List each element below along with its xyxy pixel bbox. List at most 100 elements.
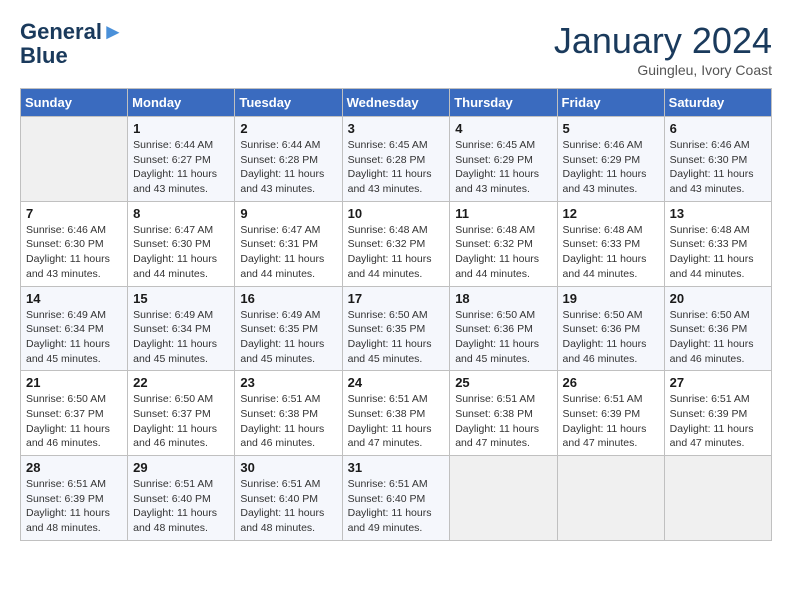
calendar-cell: 25 Sunrise: 6:51 AMSunset: 6:38 PMDayligh… xyxy=(450,371,557,456)
day-info: Sunrise: 6:50 AMSunset: 6:37 PMDaylight:… xyxy=(133,392,229,451)
day-info: Sunrise: 6:51 AMSunset: 6:40 PMDaylight:… xyxy=(240,477,336,536)
day-info: Sunrise: 6:47 AMSunset: 6:31 PMDaylight:… xyxy=(240,223,336,282)
day-info: Sunrise: 6:51 AMSunset: 6:39 PMDaylight:… xyxy=(670,392,766,451)
day-header: Friday xyxy=(557,89,664,117)
day-number: 21 xyxy=(26,375,122,390)
day-info: Sunrise: 6:50 AMSunset: 6:36 PMDaylight:… xyxy=(455,308,551,367)
calendar-week: 14Sunrise: 6:49 AMSunset: 6:34 PMDayligh… xyxy=(21,286,772,371)
day-number: 23 xyxy=(240,375,336,390)
day-info: Sunrise: 6:51 AMSunset: 6:39 PMDaylight:… xyxy=(563,392,659,451)
day-number: 5 xyxy=(563,121,659,136)
day-number: 15 xyxy=(133,291,229,306)
day-info: Sunrise: 6:46 AMSunset: 6:29 PMDaylight:… xyxy=(563,138,659,197)
calendar-week: 7 Sunrise: 6:46 AMSunset: 6:30 PMDaylight… xyxy=(21,201,772,286)
location: Guingleu, Ivory Coast xyxy=(554,62,772,78)
day-info: Sunrise: 6:49 AMSunset: 6:35 PMDaylight:… xyxy=(240,308,336,367)
day-info: Sunrise: 6:48 AMSunset: 6:33 PMDaylight:… xyxy=(670,223,766,282)
calendar-cell: 22 Sunrise: 6:50 AMSunset: 6:37 PMDayligh… xyxy=(128,371,235,456)
day-info: Sunrise: 6:48 AMSunset: 6:33 PMDaylight:… xyxy=(563,223,659,282)
calendar-cell: 18Sunrise: 6:50 AMSunset: 6:36 PMDayligh… xyxy=(450,286,557,371)
calendar-cell: 21 Sunrise: 6:50 AMSunset: 6:37 PMDayligh… xyxy=(21,371,128,456)
calendar-cell: 16 Sunrise: 6:49 AMSunset: 6:35 PMDayligh… xyxy=(235,286,342,371)
day-info: Sunrise: 6:51 AMSunset: 6:39 PMDaylight:… xyxy=(26,477,122,536)
day-info: Sunrise: 6:50 AMSunset: 6:36 PMDaylight:… xyxy=(670,308,766,367)
calendar-cell xyxy=(21,117,128,202)
day-info: Sunrise: 6:44 AMSunset: 6:27 PMDaylight:… xyxy=(133,138,229,197)
title-block: January 2024 Guingleu, Ivory Coast xyxy=(554,20,772,78)
day-number: 25 xyxy=(455,375,551,390)
calendar-cell: 14Sunrise: 6:49 AMSunset: 6:34 PMDayligh… xyxy=(21,286,128,371)
calendar-cell: 29Sunrise: 6:51 AMSunset: 6:40 PMDayligh… xyxy=(128,456,235,541)
day-info: Sunrise: 6:49 AMSunset: 6:34 PMDaylight:… xyxy=(133,308,229,367)
logo: General►Blue xyxy=(20,20,124,68)
calendar-cell: 23 Sunrise: 6:51 AMSunset: 6:38 PMDayligh… xyxy=(235,371,342,456)
calendar-cell: 10 Sunrise: 6:48 AMSunset: 6:32 PMDayligh… xyxy=(342,201,450,286)
day-header: Wednesday xyxy=(342,89,450,117)
day-number: 17 xyxy=(348,291,445,306)
day-number: 4 xyxy=(455,121,551,136)
logo-text: General►Blue xyxy=(20,20,124,68)
calendar-cell: 30 Sunrise: 6:51 AMSunset: 6:40 PMDayligh… xyxy=(235,456,342,541)
calendar-week: 1Sunrise: 6:44 AMSunset: 6:27 PMDaylight… xyxy=(21,117,772,202)
calendar-week: 28 Sunrise: 6:51 AMSunset: 6:39 PMDayligh… xyxy=(21,456,772,541)
calendar-cell: 15 Sunrise: 6:49 AMSunset: 6:34 PMDayligh… xyxy=(128,286,235,371)
day-header: Monday xyxy=(128,89,235,117)
calendar-cell xyxy=(557,456,664,541)
calendar-table: SundayMondayTuesdayWednesdayThursdayFrid… xyxy=(20,88,772,541)
day-info: Sunrise: 6:50 AMSunset: 6:36 PMDaylight:… xyxy=(563,308,659,367)
day-info: Sunrise: 6:48 AMSunset: 6:32 PMDaylight:… xyxy=(455,223,551,282)
day-info: Sunrise: 6:48 AMSunset: 6:32 PMDaylight:… xyxy=(348,223,445,282)
day-info: Sunrise: 6:45 AMSunset: 6:28 PMDaylight:… xyxy=(348,138,445,197)
day-info: Sunrise: 6:51 AMSunset: 6:38 PMDaylight:… xyxy=(348,392,445,451)
calendar-cell: 9Sunrise: 6:47 AMSunset: 6:31 PMDaylight… xyxy=(235,201,342,286)
day-number: 26 xyxy=(563,375,659,390)
calendar-cell: 26 Sunrise: 6:51 AMSunset: 6:39 PMDayligh… xyxy=(557,371,664,456)
day-number: 11 xyxy=(455,206,551,221)
calendar-cell: 7 Sunrise: 6:46 AMSunset: 6:30 PMDaylight… xyxy=(21,201,128,286)
day-info: Sunrise: 6:50 AMSunset: 6:35 PMDaylight:… xyxy=(348,308,445,367)
day-header: Saturday xyxy=(664,89,771,117)
day-info: Sunrise: 6:44 AMSunset: 6:28 PMDaylight:… xyxy=(240,138,336,197)
calendar-cell: 24 Sunrise: 6:51 AMSunset: 6:38 PMDayligh… xyxy=(342,371,450,456)
calendar-cell: 4 Sunrise: 6:45 AMSunset: 6:29 PMDaylight… xyxy=(450,117,557,202)
day-info: Sunrise: 6:51 AMSunset: 6:38 PMDaylight:… xyxy=(240,392,336,451)
day-number: 16 xyxy=(240,291,336,306)
day-number: 30 xyxy=(240,460,336,475)
day-number: 24 xyxy=(348,375,445,390)
day-number: 12 xyxy=(563,206,659,221)
calendar-cell: 20Sunrise: 6:50 AMSunset: 6:36 PMDayligh… xyxy=(664,286,771,371)
day-info: Sunrise: 6:49 AMSunset: 6:34 PMDaylight:… xyxy=(26,308,122,367)
calendar-cell: 5 Sunrise: 6:46 AMSunset: 6:29 PMDaylight… xyxy=(557,117,664,202)
day-number: 7 xyxy=(26,206,122,221)
day-info: Sunrise: 6:51 AMSunset: 6:38 PMDaylight:… xyxy=(455,392,551,451)
day-info: Sunrise: 6:45 AMSunset: 6:29 PMDaylight:… xyxy=(455,138,551,197)
calendar-cell: 13 Sunrise: 6:48 AMSunset: 6:33 PMDayligh… xyxy=(664,201,771,286)
calendar-cell xyxy=(450,456,557,541)
day-info: Sunrise: 6:51 AMSunset: 6:40 PMDaylight:… xyxy=(348,477,445,536)
day-number: 27 xyxy=(670,375,766,390)
calendar-cell: 8Sunrise: 6:47 AMSunset: 6:30 PMDaylight… xyxy=(128,201,235,286)
calendar-cell: 6Sunrise: 6:46 AMSunset: 6:30 PMDaylight… xyxy=(664,117,771,202)
day-number: 22 xyxy=(133,375,229,390)
day-info: Sunrise: 6:50 AMSunset: 6:37 PMDaylight:… xyxy=(26,392,122,451)
calendar-cell: 2Sunrise: 6:44 AMSunset: 6:28 PMDaylight… xyxy=(235,117,342,202)
calendar-cell: 1Sunrise: 6:44 AMSunset: 6:27 PMDaylight… xyxy=(128,117,235,202)
calendar-week: 21 Sunrise: 6:50 AMSunset: 6:37 PMDayligh… xyxy=(21,371,772,456)
calendar-cell: 11 Sunrise: 6:48 AMSunset: 6:32 PMDayligh… xyxy=(450,201,557,286)
day-number: 13 xyxy=(670,206,766,221)
day-number: 28 xyxy=(26,460,122,475)
day-info: Sunrise: 6:46 AMSunset: 6:30 PMDaylight:… xyxy=(26,223,122,282)
calendar-cell: 12 Sunrise: 6:48 AMSunset: 6:33 PMDayligh… xyxy=(557,201,664,286)
day-info: Sunrise: 6:47 AMSunset: 6:30 PMDaylight:… xyxy=(133,223,229,282)
calendar-cell: 28 Sunrise: 6:51 AMSunset: 6:39 PMDayligh… xyxy=(21,456,128,541)
day-number: 6 xyxy=(670,121,766,136)
header-row: SundayMondayTuesdayWednesdayThursdayFrid… xyxy=(21,89,772,117)
calendar-cell: 19 Sunrise: 6:50 AMSunset: 6:36 PMDayligh… xyxy=(557,286,664,371)
day-header: Tuesday xyxy=(235,89,342,117)
day-number: 19 xyxy=(563,291,659,306)
page-header: General►Blue January 2024 Guingleu, Ivor… xyxy=(20,20,772,78)
day-number: 31 xyxy=(348,460,445,475)
month-title: January 2024 xyxy=(554,20,772,62)
day-info: Sunrise: 6:51 AMSunset: 6:40 PMDaylight:… xyxy=(133,477,229,536)
day-number: 10 xyxy=(348,206,445,221)
